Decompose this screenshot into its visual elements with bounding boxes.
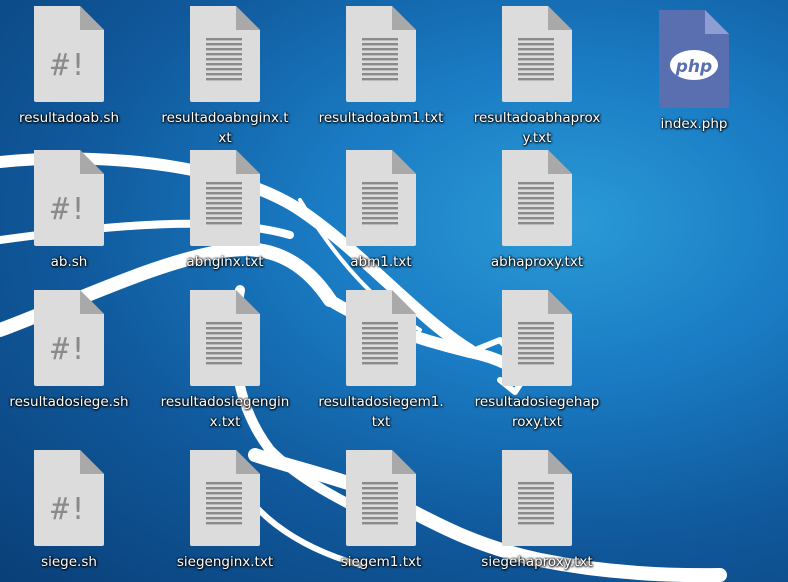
text-file-icon [502,290,572,386]
desktop-icon-label: resultadosiegenginx.txt [160,394,290,430]
desktop-icon-resultadosiege-sh[interactable]: #! resultadosiege.sh [0,290,144,412]
desktop-icon-label: siegem1.txt [340,554,422,570]
text-file-icon [346,450,416,546]
shell-script-icon: #! [34,290,104,386]
svg-text:#!: #! [51,48,87,83]
shell-script-icon: #! [34,6,104,102]
desktop-icon-label: siegehaproxy.txt [481,554,593,570]
desktop-icon-resultadoabnginx-txt[interactable]: resultadoabnginx.txt [150,6,300,148]
desktop-icon-resultadoabm1-txt[interactable]: resultadoabm1.txt [306,6,456,128]
desktop-icon-abm1-txt[interactable]: abm1.txt [306,150,456,272]
desktop-icon-siegehaproxy-txt[interactable]: siegehaproxy.txt [462,450,612,572]
desktop-icon-label: index.php [660,116,728,132]
text-file-icon [190,290,260,386]
desktop-icon-resultadosiegem1-txt[interactable]: resultadosiegem1.txt [306,290,456,432]
text-file-icon [190,450,260,546]
desktop-icon-resultadoabhaproxy-txt[interactable]: resultadoabhaproxy.txt [462,6,612,148]
desktop-icon-index-php[interactable]: php index.php [619,10,769,134]
desktop-icon-resultadoab-sh[interactable]: #! resultadoab.sh [0,6,144,128]
shell-script-icon: #! [34,450,104,546]
svg-text:#!: #! [51,332,87,367]
desktop-icon-label: abm1.txt [350,254,412,270]
desktop-icon-label: resultadoab.sh [18,110,120,126]
desktop-icon-label: resultadosiege.sh [9,394,129,410]
desktop-icon-abhaproxy-txt[interactable]: abhaproxy.txt [462,150,612,272]
desktop-icon-label: ab.sh [50,254,88,270]
desktop-icon-label: abnginx.txt [186,254,264,270]
desktop-icon-label: resultadoabhaproxy.txt [473,110,601,146]
php-file-icon: php [659,10,729,108]
text-file-icon [502,450,572,546]
svg-text:#!: #! [51,192,87,227]
text-file-icon [190,6,260,102]
desktop-icon-label: resultadosiegem1.txt [318,394,444,430]
shell-script-icon: #! [34,150,104,246]
desktop-icon-siegem1-txt[interactable]: siegem1.txt [306,450,456,572]
text-file-icon [346,150,416,246]
desktop-icon-siege-sh[interactable]: #! siege.sh [0,450,144,572]
text-file-icon [346,6,416,102]
desktop-icon-label: resultadoabm1.txt [318,110,444,126]
desktop-icon-ab-sh[interactable]: #! ab.sh [0,150,144,272]
desktop-icon-label: siege.sh [41,554,97,570]
desktop-icon-siegenginx-txt[interactable]: siegenginx.txt [150,450,300,572]
desktop-icon-resultadosiegehaproxy-txt[interactable]: resultadosiegehaproxy.txt [462,290,612,432]
desktop-icon-label: resultadoabnginx.txt [161,110,289,146]
desktop-icon-label: siegenginx.txt [176,554,274,570]
desktop-icon-abnginx-txt[interactable]: abnginx.txt [150,150,300,272]
php-badge-text: php [675,57,712,77]
desktop-icon-label: abhaproxy.txt [490,254,584,270]
desktop-icon-resultadosiegenginx-txt[interactable]: resultadosiegenginx.txt [150,290,300,432]
svg-text:#!: #! [51,492,87,527]
text-file-icon [346,290,416,386]
desktop-icon-label: resultadosiegehaproxy.txt [474,394,600,430]
text-file-icon [502,6,572,102]
text-file-icon [190,150,260,246]
text-file-icon [502,150,572,246]
